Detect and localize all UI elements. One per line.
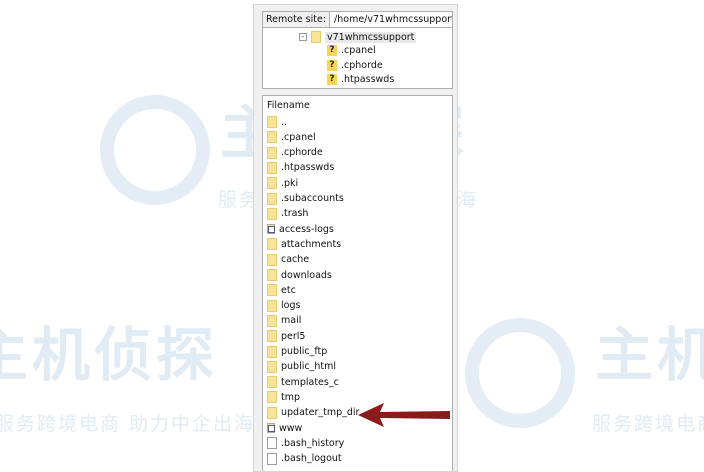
folder-icon <box>267 391 277 404</box>
file-name: attachments <box>281 238 342 250</box>
file-name: .pki <box>281 177 299 189</box>
file-name: mail <box>281 315 302 327</box>
file-name: logs <box>281 300 301 312</box>
unknown-folder-icon: ? <box>327 74 337 85</box>
file-row[interactable]: .. <box>267 115 287 129</box>
file-row[interactable]: updater_tmp_dir <box>267 406 359 420</box>
folder-icon <box>267 177 277 190</box>
file-row[interactable]: perl5 <box>267 329 305 343</box>
file-icon <box>267 452 277 465</box>
tree-node-label: .htpasswds <box>341 74 395 85</box>
watermark-slogan: 服务跨境电商 助力中企出海 <box>592 413 704 435</box>
file-name: updater_tmp_dir <box>281 407 360 419</box>
folder-link-icon <box>267 423 275 433</box>
remote-site-label: Remote site: <box>263 12 331 27</box>
folder-icon <box>267 253 277 266</box>
folder-icon <box>267 269 277 281</box>
tree-node[interactable]: ? .htpasswds <box>327 74 394 85</box>
watermark-slogan: 服务跨境电商 助力中企出海 <box>0 413 256 435</box>
file-row[interactable]: mail <box>267 314 301 328</box>
file-row[interactable]: downloads <box>267 268 332 282</box>
file-name: cache <box>281 254 310 266</box>
file-row[interactable]: .cpanel <box>267 130 316 144</box>
file-name: .cphorde <box>281 147 323 159</box>
file-icon <box>267 437 277 450</box>
file-name: public_html <box>281 361 336 373</box>
folder-icon <box>267 116 277 128</box>
folder-icon <box>267 146 277 159</box>
folder-icon <box>311 31 321 43</box>
file-row[interactable]: .subaccounts <box>267 192 344 206</box>
file-row[interactable]: etc <box>267 283 296 297</box>
file-row[interactable]: templates_c <box>267 375 339 389</box>
file-name: .. <box>281 116 288 128</box>
tree-node-label: .cpanel <box>341 45 376 56</box>
folder-icon <box>267 314 277 327</box>
watermark-title: 主机侦探 <box>595 321 704 389</box>
file-name: .htpasswds <box>281 162 335 174</box>
file-name: .bash_history <box>281 437 345 449</box>
folder-icon <box>267 299 277 312</box>
file-row[interactable]: cache <box>267 253 309 267</box>
collapse-icon[interactable]: - <box>299 33 307 41</box>
folder-icon <box>267 131 277 144</box>
folder-icon <box>267 238 277 251</box>
file-name: access-logs <box>279 223 334 235</box>
directory-tree: - v71whmcssupport ? .cpanel ? .cphorde ? .h… <box>262 28 453 89</box>
folder-icon <box>267 161 277 174</box>
file-name: public_ftp <box>281 346 328 357</box>
file-row[interactable]: public_html <box>267 360 336 374</box>
unknown-folder-icon: ? <box>327 60 337 71</box>
folder-icon <box>267 406 277 419</box>
file-name: etc <box>281 284 296 296</box>
file-row[interactable]: .cphorde <box>267 146 323 160</box>
unknown-folder-icon: ? <box>327 45 337 56</box>
file-row[interactable]: access-logs <box>267 222 334 236</box>
folder-icon <box>267 376 277 389</box>
file-row[interactable]: .bash_history <box>267 436 344 450</box>
file-name: .trash <box>281 208 309 220</box>
file-name: tmp <box>281 391 301 403</box>
file-row[interactable]: public_ftp <box>267 345 327 359</box>
folder-icon <box>267 192 277 205</box>
file-row[interactable]: .bash_logout <box>267 452 342 466</box>
red-arrow-annotation <box>358 403 450 427</box>
folder-link-icon <box>267 224 275 235</box>
file-name: perl5 <box>281 330 306 342</box>
tree-node[interactable]: ? .cpanel <box>327 45 376 56</box>
file-row[interactable]: .trash <box>267 207 308 221</box>
file-name: .bash_logout <box>281 453 342 465</box>
file-row[interactable]: .htpasswds <box>267 161 334 175</box>
file-row[interactable]: attachments <box>267 237 341 251</box>
tree-node-root[interactable]: - v71whmcssupport <box>299 31 417 43</box>
folder-icon <box>267 360 277 373</box>
file-name: templates_c <box>281 376 339 388</box>
file-row[interactable]: logs <box>267 299 300 313</box>
watermark-title: 主机侦探 <box>0 321 219 389</box>
watermark-logo <box>465 318 575 428</box>
file-row[interactable]: tmp <box>267 390 300 404</box>
file-row[interactable]: .pki <box>267 176 298 190</box>
folder-icon <box>267 207 277 220</box>
file-name: .subaccounts <box>281 193 344 204</box>
file-name: downloads <box>281 269 332 281</box>
tree-node[interactable]: ? .cphorde <box>327 60 383 71</box>
file-name: www <box>279 422 303 434</box>
filename-column-header[interactable]: Filename <box>267 100 310 111</box>
tree-node-label: v71whmcssupport <box>325 31 417 43</box>
folder-icon <box>267 330 277 343</box>
watermark-logo <box>100 95 210 205</box>
file-row[interactable]: www <box>267 421 302 435</box>
remote-site-bar: Remote site: /home/v71whmcssupport <box>262 11 453 28</box>
remote-site-path-input[interactable]: /home/v71whmcssupport <box>330 12 452 27</box>
folder-icon <box>267 284 277 297</box>
folder-icon <box>267 345 277 358</box>
file-name: .cpanel <box>281 131 316 143</box>
remote-site-panel: Remote site: /home/v71whmcssupport - v71… <box>253 4 458 472</box>
tree-node-label: .cphorde <box>341 60 383 71</box>
